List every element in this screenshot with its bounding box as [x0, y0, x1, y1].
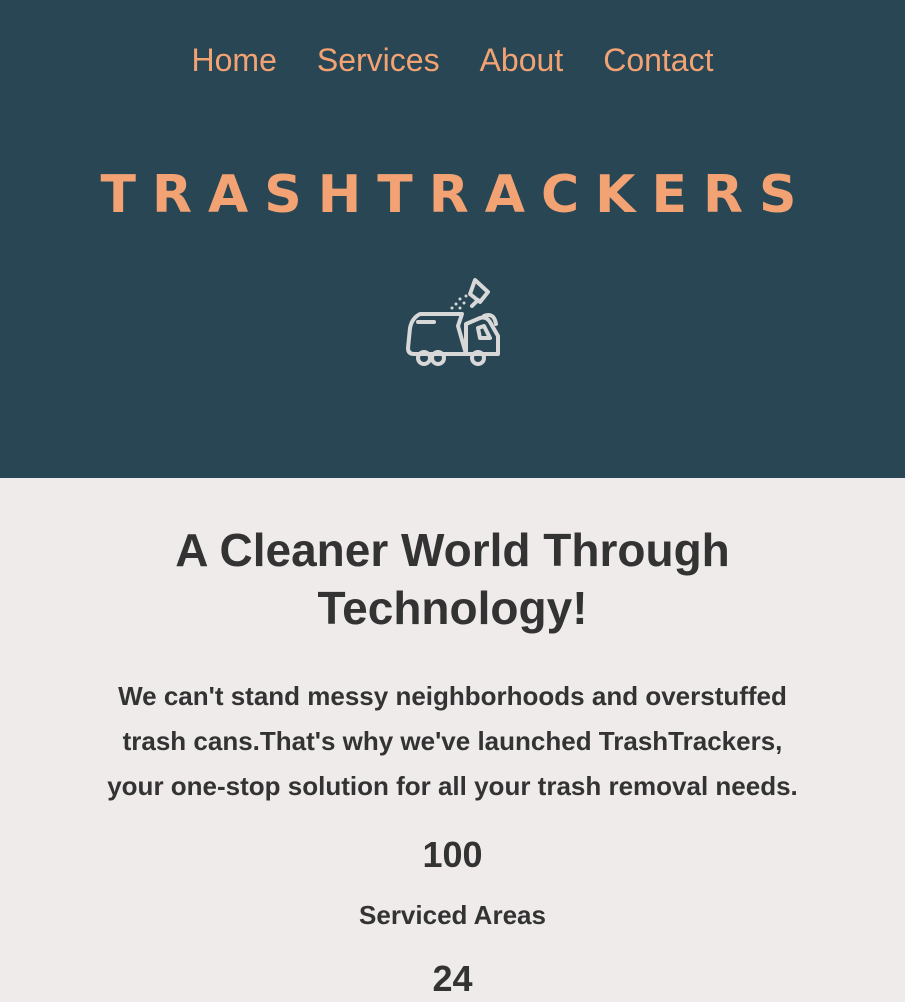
intro-paragraph: We can't stand messy neighborhoods and o… [107, 681, 798, 801]
nav-link-home[interactable]: Home [192, 38, 277, 82]
nav-link-contact[interactable]: Contact [603, 38, 713, 82]
hero-header: Home Services About Contact TRASHTRACKER… [0, 0, 905, 478]
main-nav: Home Services About Contact [0, 38, 905, 82]
nav-link-services[interactable]: Services [317, 38, 440, 82]
nav-link-about[interactable]: About [480, 38, 564, 82]
garbage-truck-icon [406, 278, 500, 366]
brand-title: TRASHTRACKERS [100, 165, 813, 225]
stat-number-serviced-areas: 100 [422, 834, 483, 875]
stat-label-serviced-areas: Serviced Areas [359, 900, 546, 930]
stat-number-second: 24 [432, 958, 473, 999]
page-headline: A Cleaner World Through Technology! [175, 524, 730, 634]
